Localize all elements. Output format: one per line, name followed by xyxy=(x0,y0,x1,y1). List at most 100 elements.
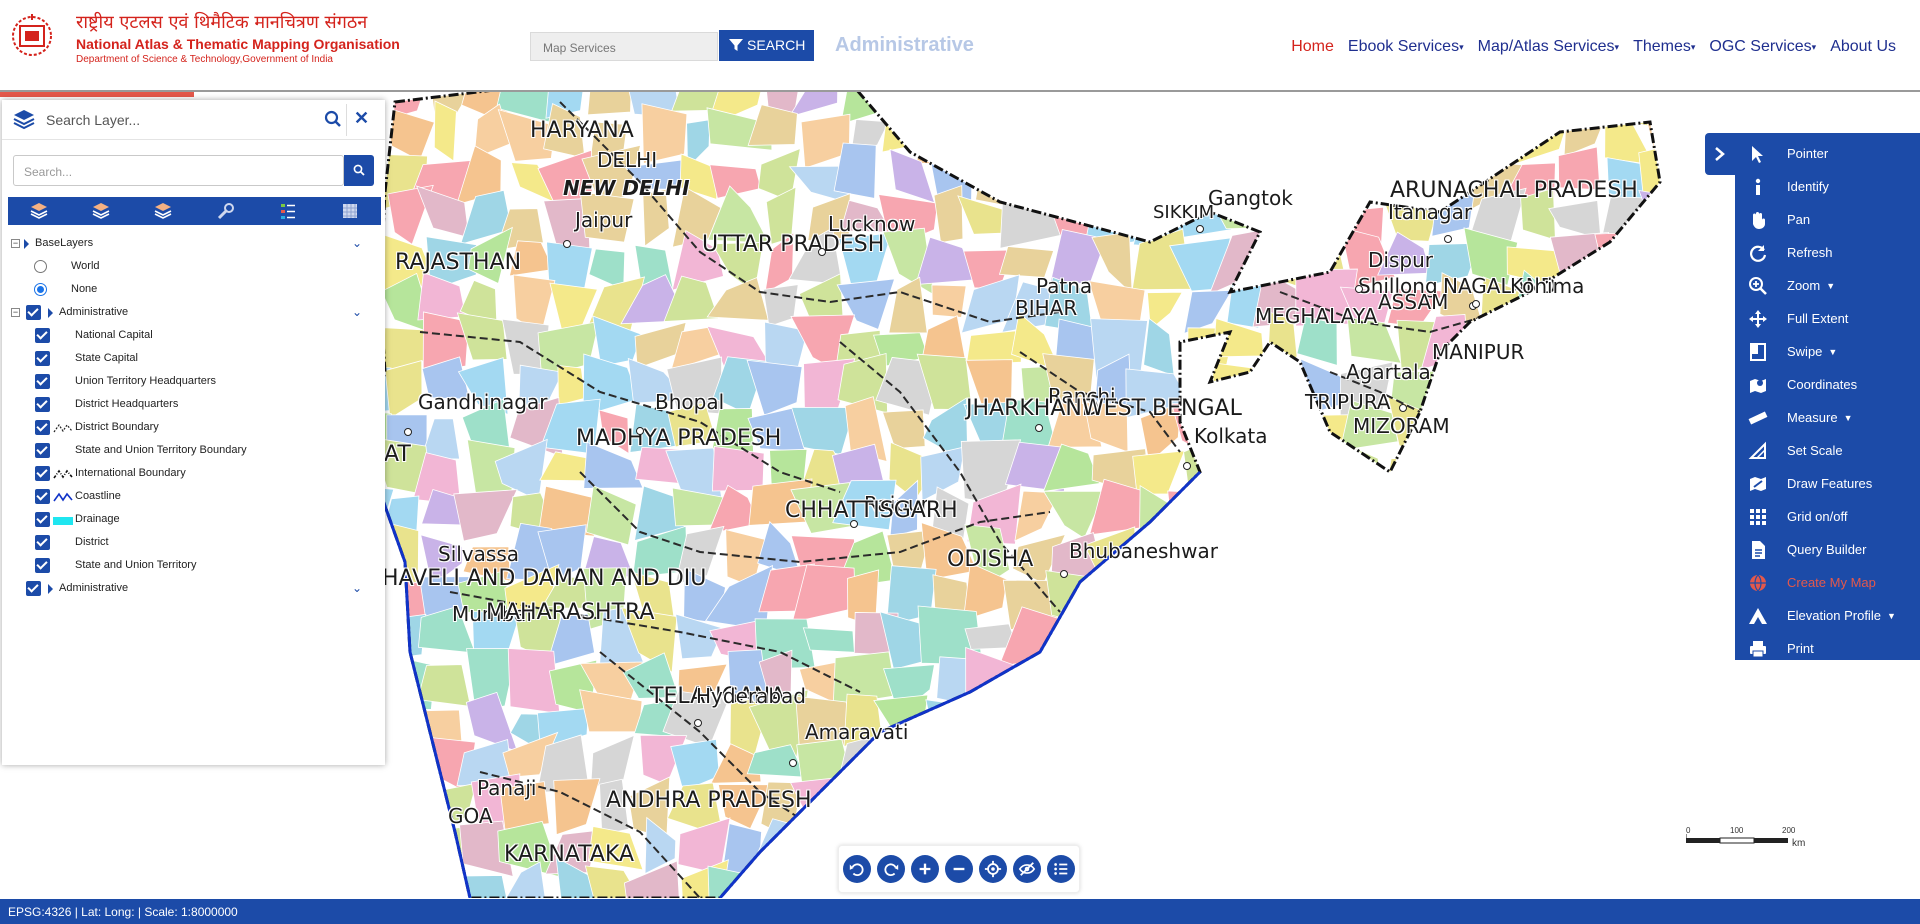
collapse-toggle[interactable]: − xyxy=(11,239,20,248)
chevron-down-icon[interactable]: ⌄ xyxy=(352,232,362,255)
tree-group-administrative-2[interactable]: Administrative ⌄ xyxy=(2,577,385,600)
layer-checkbox[interactable] xyxy=(35,535,50,550)
layer-item-international-boundary[interactable]: International Boundary xyxy=(2,462,385,485)
nav-item-ogc-services[interactable]: OGC Services▾ xyxy=(1709,38,1816,56)
layer-item-state-and-union-territory-boundary[interactable]: State and Union Territory Boundary xyxy=(2,439,385,462)
layer-filter-search-button[interactable] xyxy=(344,155,374,186)
tool-elevation-profile[interactable]: Elevation Profile ▼ xyxy=(1735,599,1920,632)
map-services-search-input[interactable]: Map Services xyxy=(530,32,718,61)
search-button[interactable]: SEARCH xyxy=(719,30,814,61)
search-layer-input[interactable]: Search Layer... xyxy=(46,112,140,128)
city-marker[interactable] xyxy=(1355,285,1363,293)
city-marker[interactable] xyxy=(1472,300,1480,308)
tool-zoom[interactable]: Zoom ▼ xyxy=(1735,269,1920,302)
close-icon[interactable]: ✕ xyxy=(354,108,369,129)
layer-checkbox[interactable] xyxy=(35,443,50,458)
layer-checkbox[interactable] xyxy=(35,512,50,527)
city-marker[interactable] xyxy=(850,520,858,528)
layer-item-district[interactable]: District xyxy=(2,531,385,554)
collapse-toggle[interactable]: − xyxy=(11,308,20,317)
city-marker[interactable] xyxy=(404,428,412,436)
layer-item-union-territory-headquarters[interactable]: Union Territory Headquarters xyxy=(2,370,385,393)
toolbar-collapse-button[interactable] xyxy=(1705,133,1735,175)
list-button[interactable] xyxy=(1047,855,1075,883)
city-marker[interactable] xyxy=(694,719,702,727)
chevron-down-icon[interactable]: ⌄ xyxy=(352,301,362,324)
tool-identify[interactable]: Identify xyxy=(1735,170,1920,203)
nav-item-home[interactable]: Home xyxy=(1291,38,1334,56)
city-marker[interactable] xyxy=(1399,404,1407,412)
baselayer-radio[interactable] xyxy=(34,260,47,273)
layer-stack-icon[interactable] xyxy=(29,201,49,221)
expand-triangle-icon[interactable] xyxy=(48,584,53,594)
layer-stack-icon[interactable] xyxy=(153,201,173,221)
city-marker[interactable] xyxy=(1196,225,1204,233)
layer-checkbox[interactable] xyxy=(35,328,50,343)
legend-list-icon[interactable] xyxy=(278,201,298,221)
tool-refresh[interactable]: Refresh xyxy=(1735,236,1920,269)
baselayer-option-none[interactable]: None xyxy=(2,278,385,301)
expand-triangle-icon[interactable] xyxy=(24,239,29,249)
tool-coordinates[interactable]: Coordinates xyxy=(1735,368,1920,401)
search-icon[interactable] xyxy=(324,110,342,128)
wrench-icon[interactable] xyxy=(216,201,236,221)
tool-grid-on-off[interactable]: Grid on/off xyxy=(1735,500,1920,533)
zoom-out-button[interactable] xyxy=(945,855,973,883)
expand-triangle-icon[interactable] xyxy=(48,308,53,318)
layer-checkbox[interactable] xyxy=(35,420,50,435)
layer-stack-icon[interactable] xyxy=(91,201,111,221)
city-marker[interactable] xyxy=(563,240,571,248)
layer-item-district-headquarters[interactable]: District Headquarters xyxy=(2,393,385,416)
tool-print[interactable]: Print xyxy=(1735,632,1920,665)
city-marker[interactable] xyxy=(789,759,797,767)
district-area xyxy=(1258,658,1302,710)
city-marker[interactable] xyxy=(1444,235,1452,243)
tool-pointer[interactable]: Pointer xyxy=(1735,137,1920,170)
map-label-bihar: BIHAR xyxy=(1015,296,1078,320)
tool-full-extent[interactable]: Full Extent xyxy=(1735,302,1920,335)
layer-item-national-capital[interactable]: National Capital xyxy=(2,324,385,347)
city-marker[interactable] xyxy=(1035,424,1043,432)
city-marker[interactable] xyxy=(1183,462,1191,470)
nav-item-ebook-services[interactable]: Ebook Services▾ xyxy=(1348,38,1464,56)
tool-swipe[interactable]: Swipe ▼ xyxy=(1735,335,1920,368)
tool-draw-features[interactable]: Draw Features xyxy=(1735,467,1920,500)
layer-checkbox[interactable] xyxy=(35,466,50,481)
layer-checkbox[interactable] xyxy=(35,374,50,389)
layer-checkbox[interactable] xyxy=(35,397,50,412)
layer-item-state-and-union-territory[interactable]: State and Union Territory xyxy=(2,554,385,577)
layer-item-district-boundary[interactable]: District Boundary xyxy=(2,416,385,439)
layer-checkbox[interactable] xyxy=(26,305,41,320)
layer-checkbox[interactable] xyxy=(35,489,50,504)
tool-query-builder[interactable]: Query Builder xyxy=(1735,533,1920,566)
tree-group-baselayers[interactable]: − BaseLayers ⌄ xyxy=(2,232,385,255)
tool-create-my-map[interactable]: Create My Map xyxy=(1735,566,1920,599)
layer-filter-input[interactable]: Search... xyxy=(13,155,344,186)
city-marker[interactable] xyxy=(636,427,644,435)
tool-pan[interactable]: Pan xyxy=(1735,203,1920,236)
tool-set-scale[interactable]: Set Scale xyxy=(1735,434,1920,467)
layer-checkbox[interactable] xyxy=(35,558,50,573)
baselayer-radio[interactable] xyxy=(34,283,47,296)
chevron-down-icon[interactable]: ⌄ xyxy=(352,577,362,600)
nav-item-map-atlas-services[interactable]: Map/Atlas Services▾ xyxy=(1478,38,1619,56)
grid-pattern-icon[interactable] xyxy=(340,201,360,221)
layer-item-coastline[interactable]: Coastline xyxy=(2,485,385,508)
layer-checkbox[interactable] xyxy=(26,581,41,596)
locate-button[interactable] xyxy=(979,855,1007,883)
hide-button[interactable] xyxy=(1013,855,1041,883)
layer-item-state-capital[interactable]: State Capital xyxy=(2,347,385,370)
district-area xyxy=(1126,572,1185,617)
layer-checkbox[interactable] xyxy=(35,351,50,366)
nav-item-about-us[interactable]: About Us xyxy=(1830,38,1896,56)
zoom-in-button[interactable] xyxy=(911,855,939,883)
baselayer-option-world[interactable]: World xyxy=(2,255,385,278)
tree-group-administrative[interactable]: − Administrative ⌄ xyxy=(2,301,385,324)
redo-button[interactable] xyxy=(877,855,905,883)
city-marker[interactable] xyxy=(818,248,826,256)
tool-measure[interactable]: Measure ▼ xyxy=(1735,401,1920,434)
undo-button[interactable] xyxy=(843,855,871,883)
layer-item-drainage[interactable]: Drainage xyxy=(2,508,385,531)
city-marker[interactable] xyxy=(1060,570,1068,578)
nav-item-themes[interactable]: Themes▾ xyxy=(1633,38,1695,56)
